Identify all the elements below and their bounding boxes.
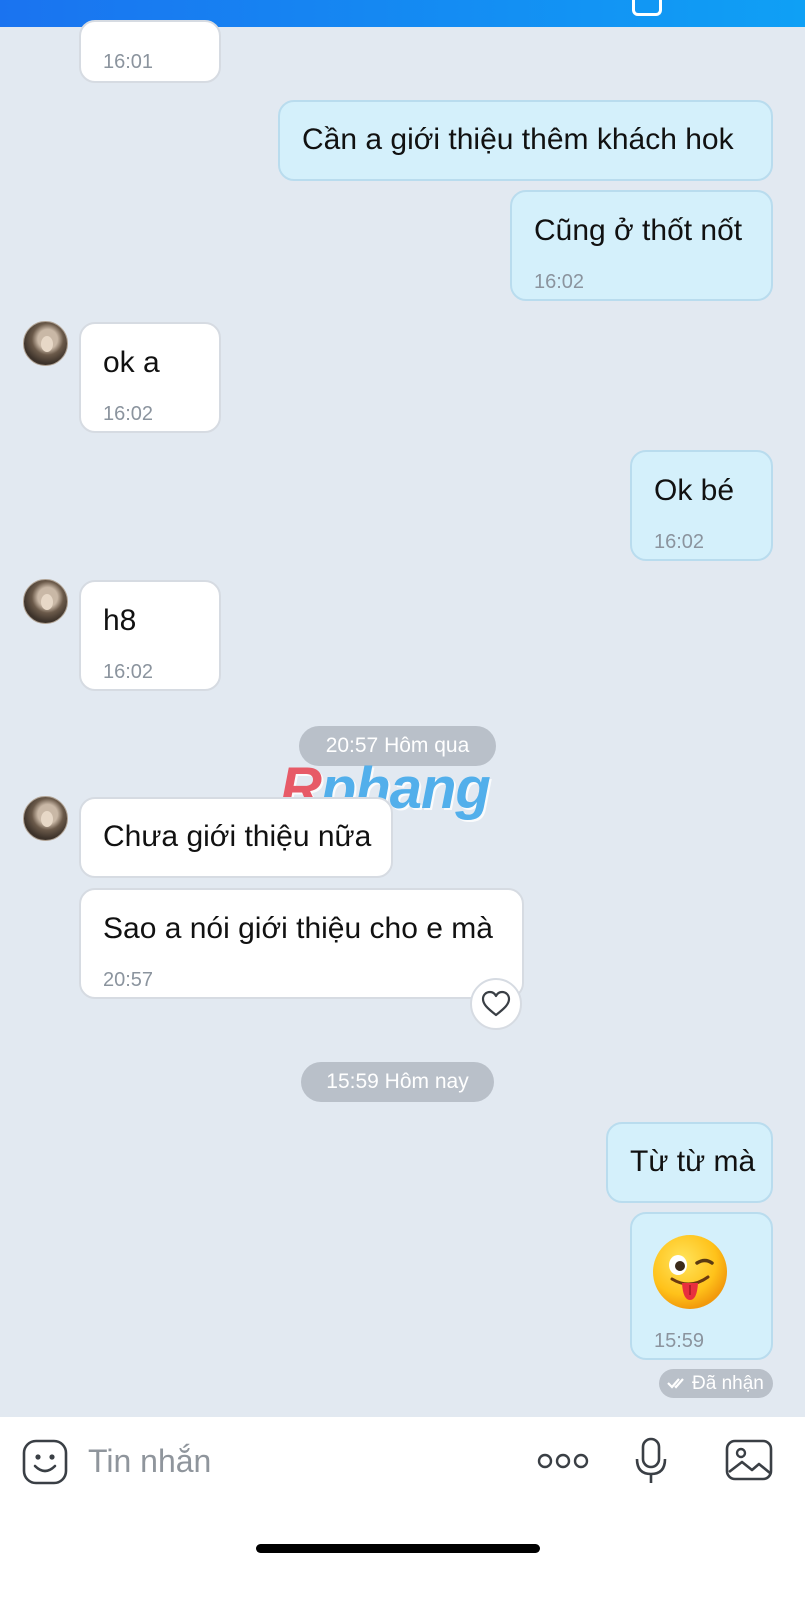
- message-text: Chưa giới thiệu nữa: [103, 820, 372, 853]
- microphone-icon[interactable]: [634, 1437, 668, 1485]
- delivery-status: Đã nhận: [659, 1369, 773, 1398]
- message-time: 15:59: [654, 1330, 705, 1352]
- message-outgoing[interactable]: Từ từ mà: [606, 1122, 773, 1203]
- message-incoming[interactable]: Chưa giới thiệu nữa: [79, 797, 393, 878]
- message-incoming[interactable]: h8 16:02: [79, 580, 221, 691]
- message-time: 16:01: [103, 51, 154, 73]
- message-text: Ok bé: [654, 474, 735, 507]
- contact-avatar[interactable]: [23, 796, 68, 841]
- delivery-status-text: Đã nhận: [692, 1373, 764, 1394]
- sticker-icon[interactable]: [22, 1439, 68, 1485]
- contact-avatar[interactable]: [23, 321, 68, 366]
- heart-icon: [481, 990, 511, 1017]
- contact-avatar[interactable]: [23, 579, 68, 624]
- message-incoming[interactable]: Sao a nói giới thiệu cho e mà 20:57: [79, 888, 524, 999]
- home-indicator: [256, 1544, 540, 1553]
- message-time: 16:02: [654, 531, 705, 553]
- message-incoming[interactable]: ok a 16:02: [79, 322, 221, 433]
- message-text: ok a: [103, 346, 160, 379]
- message-text: Cần a giới thiệu thêm khách hok: [302, 123, 734, 156]
- header-icon[interactable]: [632, 0, 662, 16]
- more-icon[interactable]: [537, 1451, 589, 1471]
- react-heart-button[interactable]: [470, 978, 522, 1030]
- image-gallery-icon[interactable]: [725, 1439, 773, 1481]
- message-time: 16:02: [534, 271, 585, 293]
- message-outgoing[interactable]: Cần a giới thiệu thêm khách hok: [278, 100, 773, 181]
- message-input[interactable]: Tin nhắn: [88, 1441, 211, 1481]
- message-time: 16:02: [103, 661, 154, 683]
- message-outgoing[interactable]: Cũng ở thốt nốt 16:02: [510, 190, 773, 301]
- message-time: 16:02: [103, 403, 154, 425]
- message-outgoing[interactable]: Ok bé 16:02: [630, 450, 773, 561]
- message-text: h8: [103, 604, 137, 637]
- message-text: Sao a nói giới thiệu cho e mà: [103, 912, 493, 945]
- message-text: Cũng ở thốt nốt: [534, 214, 743, 247]
- message-outgoing[interactable]: 15:59: [630, 1212, 773, 1360]
- wink-tongue-emoji-icon: [653, 1235, 727, 1309]
- message-text: Từ từ mà: [630, 1145, 756, 1178]
- message-time: 20:57: [103, 969, 154, 991]
- double-check-icon: [667, 1378, 684, 1389]
- message-input-bar: Tin nhắn: [0, 1417, 805, 1600]
- message-incoming[interactable]: 16:01: [79, 20, 221, 83]
- date-divider: 15:59 Hôm nay: [301, 1062, 494, 1102]
